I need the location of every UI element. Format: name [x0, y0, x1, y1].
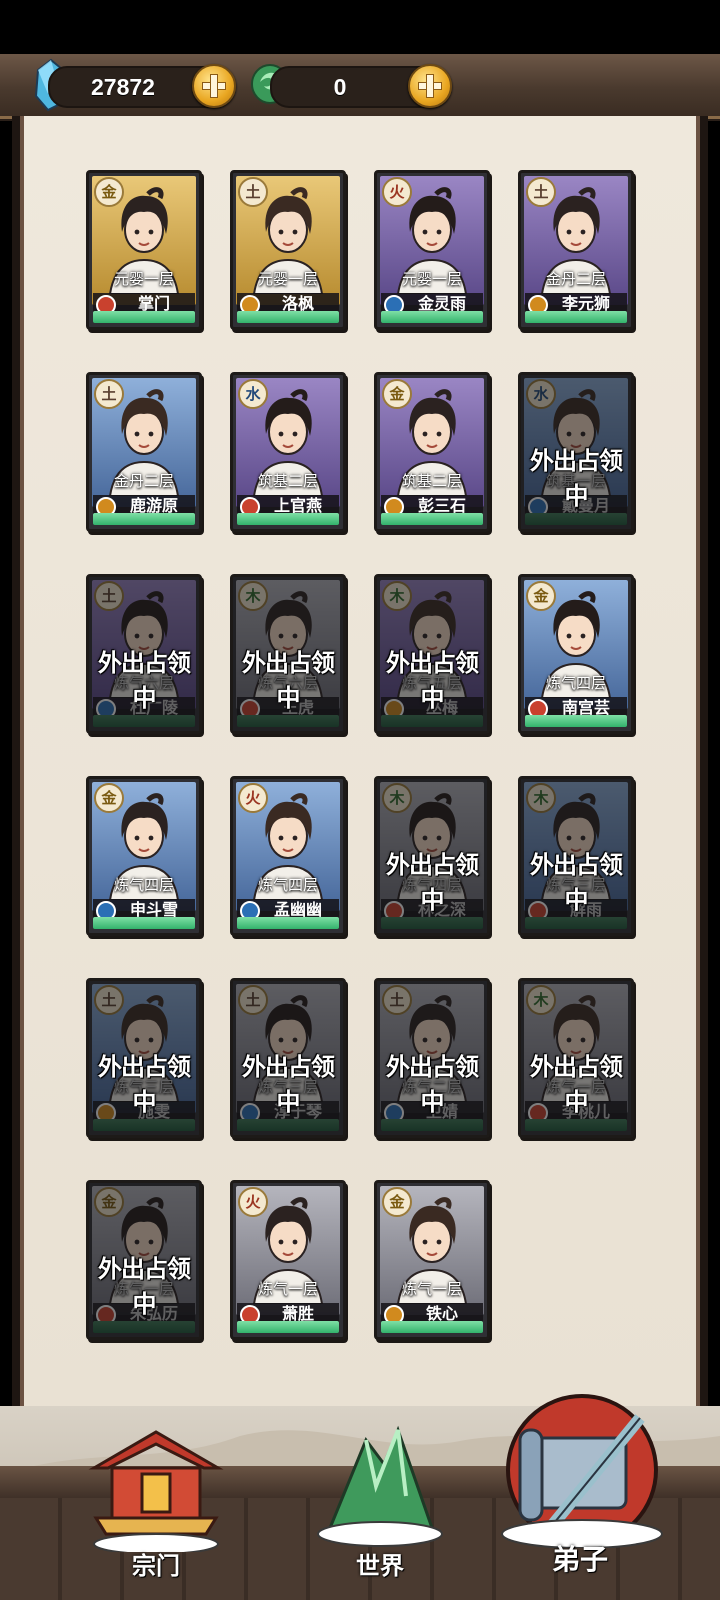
disciple-realm: 炼气一层	[257, 1281, 318, 1298]
disciples-scroll-icon	[501, 1394, 663, 1549]
away-status-label: 外出占领中	[530, 446, 623, 510]
disciple-card[interactable]: 火 元婴一层 金灵雨	[374, 170, 490, 330]
status-bar	[525, 311, 627, 323]
nav-disciples-button[interactable]: 弟子	[490, 1378, 670, 1592]
disciple-card[interactable]: 水 筑基一层 戴曼月 外出占领中	[518, 372, 634, 532]
status-bar	[237, 311, 339, 323]
disciple-card[interactable]: 金 筑基二层 彭三石	[374, 372, 490, 532]
disciple-card[interactable]: 木 炼气四层 林之深 外出占领中	[374, 776, 490, 936]
element-fire-icon: 火	[382, 177, 412, 207]
disciple-card[interactable]: 土 炼气三层 淳于琴 外出占领中	[230, 978, 346, 1138]
away-status-label: 外出占领中	[242, 648, 335, 712]
sect-pavilion-icon	[88, 1430, 224, 1555]
away-status-label: 外出占领中	[98, 1052, 191, 1116]
status-bar	[381, 311, 483, 323]
status-bar	[237, 917, 339, 929]
status-bar	[93, 917, 195, 929]
disciple-card[interactable]: 金 炼气一层 朱弘历 外出占领中	[86, 1180, 202, 1340]
away-status-label: 外出占领中	[386, 1052, 479, 1116]
disciple-realm: 元婴一层	[257, 271, 318, 288]
disciple-card[interactable]: 土 炼气二层 卫婧 外出占领中	[374, 978, 490, 1138]
resource-bar: 27872 0	[0, 54, 720, 119]
status-bar	[381, 1321, 483, 1333]
nav-disciples-label: 弟子	[551, 1543, 609, 1576]
nav-world-label: 世界	[356, 1551, 404, 1580]
bottom-nav: 宗门 世界 弟子	[0, 1394, 720, 1600]
disciple-card[interactable]: 土 炼气三层 施雯 外出占领中	[86, 978, 202, 1138]
element-fire-icon: 火	[238, 783, 268, 813]
disciple-card[interactable]: 土 元婴一层 洛枫	[230, 170, 346, 330]
disciple-card[interactable]: 土 金丹二层 李元狮	[518, 170, 634, 330]
away-status-label: 外出占领中	[386, 850, 479, 914]
element-gold-icon: 金	[94, 177, 124, 207]
disciple-card[interactable]: 土 炼气六层 杜广陵 外出占领中	[86, 574, 202, 734]
disciple-realm: 筑基二层	[401, 473, 462, 490]
disciple-card[interactable]: 火 炼气四层 孟幽幽	[230, 776, 346, 936]
element-water-icon: 水	[238, 379, 268, 409]
disciple-realm: 金丹二层	[113, 473, 174, 490]
disciple-realm: 炼气四层	[113, 877, 174, 894]
disciple-realm: 金丹二层	[545, 271, 606, 288]
nav-sect-button[interactable]: 宗门	[86, 1422, 226, 1592]
away-status-label: 外出占领中	[386, 648, 479, 712]
jade-value: 0	[333, 74, 347, 100]
disciple-card[interactable]: 土 金丹二层 鹿游原	[86, 372, 202, 532]
away-status-label: 外出占领中	[98, 648, 191, 712]
element-gold-icon: 金	[94, 783, 124, 813]
status-bar	[93, 311, 195, 323]
away-status-label: 外出占领中	[98, 1254, 191, 1318]
add-spirit-stone-button[interactable]	[192, 64, 236, 108]
disciple-card[interactable]: 木 炼气五层 巫梅 外出占领中	[374, 574, 490, 734]
status-bar	[525, 715, 627, 727]
disciple-realm: 元婴一层	[113, 271, 174, 288]
world-mountain-icon	[317, 1425, 443, 1547]
disciple-card[interactable]: 金 元婴一层 掌门	[86, 170, 202, 330]
element-gold-icon: 金	[526, 581, 556, 611]
status-bar	[93, 513, 195, 525]
element-gold-icon: 金	[382, 1187, 412, 1217]
status-bar	[237, 1321, 339, 1333]
disciple-card[interactable]: 金 炼气四层 南宫芸	[518, 574, 634, 734]
disciple-card[interactable]: 火 炼气一层 萧胜	[230, 1180, 346, 1340]
status-bar	[237, 513, 339, 525]
disciple-grid: 金 元婴一层 掌门 土 元婴一层 洛枫 火 元婴一层 金灵雨 土 金丹二层 李元…	[20, 116, 700, 1406]
nav-world-button[interactable]: 世界	[310, 1416, 450, 1592]
add-jade-button[interactable]	[408, 64, 452, 108]
element-earth-icon: 土	[526, 177, 556, 207]
element-earth-icon: 土	[238, 177, 268, 207]
disciple-realm: 炼气一层	[401, 1281, 462, 1298]
away-status-label: 外出占领中	[530, 850, 623, 914]
element-earth-icon: 土	[94, 379, 124, 409]
disciple-card[interactable]: 木 炼气六层 王虎 外出占领中	[230, 574, 346, 734]
disciple-realm: 筑基二层	[257, 473, 318, 490]
disciple-realm: 炼气四层	[257, 877, 318, 894]
disciple-card[interactable]: 木 炼气一层 李桃儿 外出占领中	[518, 978, 634, 1138]
nav-sect-label: 宗门	[132, 1551, 180, 1580]
away-status-label: 外出占领中	[530, 1052, 623, 1116]
disciple-panel: 金 元婴一层 掌门 土 元婴一层 洛枫 火 元婴一层 金灵雨 土 金丹二层 李元…	[12, 116, 708, 1406]
spirit-stone-value: 27872	[91, 74, 155, 100]
away-status-label: 外出占领中	[242, 1052, 335, 1116]
disciple-realm: 炼气四层	[545, 675, 606, 692]
element-fire-icon: 火	[238, 1187, 268, 1217]
disciple-card[interactable]: 木 炼气三层 解雨 外出占领中	[518, 776, 634, 936]
status-bar	[381, 513, 483, 525]
disciple-card[interactable]: 金 炼气一层 铁心	[374, 1180, 490, 1340]
disciple-card[interactable]: 金 炼气四层 申斗雪	[86, 776, 202, 936]
disciple-card[interactable]: 水 筑基二层 上官燕	[230, 372, 346, 532]
disciple-realm: 元婴一层	[401, 271, 462, 288]
element-gold-icon: 金	[382, 379, 412, 409]
